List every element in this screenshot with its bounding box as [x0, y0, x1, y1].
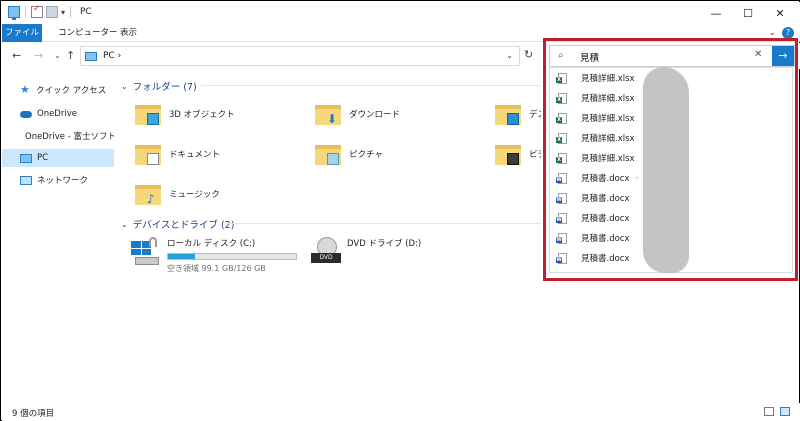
drives-section-header[interactable]: ⌄ デバイスとドライブ (2): [121, 217, 235, 232]
sidebar-item-onedrive[interactable]: OneDrive: [2, 105, 114, 123]
folder-label: 3D オブジェクト: [169, 110, 235, 120]
sidebar-item-quick-access[interactable]: ★ クイック アクセス: [2, 81, 114, 99]
minimize-button[interactable]: —: [700, 2, 732, 24]
sidebar-item-onedrive-business[interactable]: OneDrive - 富士ソフト株式会社: [2, 127, 114, 145]
pc-icon: [85, 52, 97, 61]
address-path[interactable]: PC ›: [103, 51, 121, 61]
new-folder-icon[interactable]: [46, 6, 58, 18]
folder-icon: [495, 103, 521, 125]
drive-free-space: 空き領域 99.1 GB/126 GB: [167, 264, 266, 273]
folder-label: ダウンロード: [349, 110, 401, 120]
folder-3d-objects[interactable]: 3D オブジェクト: [135, 97, 235, 131]
section-title: フォルダー (7): [132, 82, 197, 93]
folder-label: ビデオ: [529, 150, 541, 160]
dvd-drive-icon: DVD: [311, 237, 341, 267]
chevron-down-icon: ⌄: [121, 219, 128, 229]
windows-drive-icon: [131, 237, 161, 267]
sidebar-item-label: クイック アクセス: [36, 86, 107, 96]
star-icon: ★: [20, 83, 30, 96]
maximize-button[interactable]: ☐: [732, 2, 764, 24]
explorer-window: ▾ PC — ☐ ✕ ファイル コンピューター 表示 ⌄ ? ← → ⌄ ↑ P…: [0, 0, 800, 421]
sidebar-item-label: OneDrive: [37, 109, 77, 119]
quick-access-toolbar: ▾: [8, 4, 73, 20]
drive-usage-bar: [167, 253, 297, 260]
large-icons-view-icon[interactable]: [780, 407, 790, 416]
refresh-button[interactable]: ↻: [524, 48, 533, 61]
folder-icon: ⬇: [315, 103, 341, 125]
drive-usage-fill: [168, 254, 196, 259]
chevron-down-icon: ⌄: [121, 81, 128, 91]
folder-icon: [495, 143, 521, 165]
folders-section-header[interactable]: ⌄ フォルダー (7): [121, 79, 197, 94]
section-title: デバイスとドライブ (2): [132, 220, 235, 231]
network-icon: [20, 175, 32, 185]
item-count: 9 個の項目: [12, 409, 55, 419]
tab-view[interactable]: 表示: [112, 24, 145, 42]
forward-button[interactable]: →: [34, 49, 43, 62]
window-title: PC: [80, 7, 92, 17]
folder-music[interactable]: ♪ ミュージック: [135, 177, 220, 211]
address-bar[interactable]: PC › ⌄: [80, 46, 520, 66]
view-toggle: [764, 407, 790, 416]
drive-dvd-d[interactable]: DVD DVD ドライブ (D:): [311, 237, 421, 267]
folder-icon: ♪: [135, 183, 161, 205]
pc-icon: [20, 153, 32, 163]
folder-label: ドキュメント: [169, 150, 221, 160]
folder-label: ピクチャ: [349, 150, 383, 160]
separator: [70, 6, 72, 18]
recent-locations-dropdown[interactable]: ⌄: [54, 51, 61, 60]
folder-icon: [135, 143, 161, 165]
details-view-icon[interactable]: [764, 407, 774, 416]
separator: [25, 6, 26, 18]
drive-local-disk-c[interactable]: ローカル ディスク (C:) 空き領域 99.1 GB/126 GB: [131, 237, 297, 274]
properties-icon[interactable]: [31, 4, 43, 18]
tab-file[interactable]: ファイル: [2, 24, 42, 42]
folder-documents[interactable]: ドキュメント: [135, 137, 220, 171]
up-button[interactable]: ↑: [66, 49, 75, 62]
address-dropdown[interactable]: ⌄: [506, 51, 513, 60]
sidebar-item-label: ネットワーク: [37, 176, 89, 186]
status-bar: 9 個の項目: [2, 403, 800, 421]
folder-downloads[interactable]: ⬇ ダウンロード: [315, 97, 400, 131]
expand-ribbon-chevron-icon[interactable]: ⌄: [768, 28, 776, 38]
back-button[interactable]: ←: [12, 49, 21, 62]
pc-icon: [8, 6, 20, 20]
sidebar-item-label: OneDrive - 富士ソフト株式会社: [25, 132, 114, 142]
divider: [227, 223, 541, 224]
folder-label: デスクトップ: [529, 110, 541, 120]
folder-label: ミュージック: [169, 190, 220, 200]
window-controls: — ☐ ✕: [700, 2, 796, 24]
sidebar-item-pc[interactable]: PC: [2, 149, 114, 167]
cloud-icon: [20, 110, 32, 118]
sidebar-item-network[interactable]: ネットワーク: [2, 171, 114, 189]
dvd-badge: DVD: [311, 253, 341, 263]
folder-icon: [315, 143, 341, 165]
drive-label: ローカル ディスク (C:): [167, 239, 256, 249]
drive-label: DVD ドライブ (D:): [347, 239, 422, 249]
title-bar: ▾ PC — ☐ ✕: [2, 2, 800, 24]
customize-toolbar-dropdown[interactable]: ▾: [61, 8, 65, 17]
folder-pictures[interactable]: ピクチャ: [315, 137, 383, 171]
divider: [201, 85, 541, 86]
highlight-annotation: [543, 38, 798, 281]
sidebar-item-label: PC: [37, 153, 49, 163]
navigation-pane: ★ クイック アクセス OneDrive OneDrive - 富士ソフト株式会…: [2, 71, 116, 401]
folder-icon: [135, 103, 161, 125]
close-button[interactable]: ✕: [764, 2, 796, 24]
folder-desktop[interactable]: デスクトップ: [495, 97, 541, 131]
folder-videos[interactable]: ビデオ: [495, 137, 541, 171]
